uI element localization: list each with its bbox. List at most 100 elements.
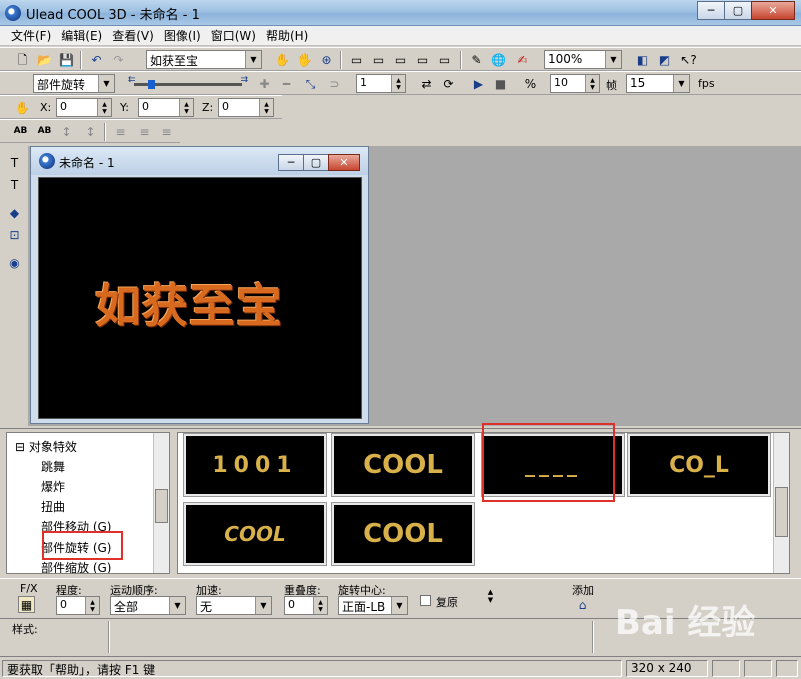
object-manager-icon[interactable]: ◉ [6, 254, 23, 271]
edit-text-icon[interactable]: T [6, 176, 23, 193]
text-spacing-icon[interactable]: AB [12, 123, 29, 140]
doc-maximize-button[interactable]: ▢ [303, 154, 329, 171]
gallery-thumb[interactable]: COOL [183, 502, 327, 566]
spinner-icon[interactable]: ▲ ▼ [179, 99, 193, 116]
line-spacing-down-icon[interactable]: ↕ [82, 123, 99, 140]
globe-icon[interactable]: 🌐 [490, 51, 507, 68]
view-side-icon[interactable]: ▭ [392, 51, 409, 68]
props-scroll-arrows[interactable]: ▲ ▼ [482, 587, 499, 604]
tree-item-twist[interactable]: 扭曲 [41, 498, 65, 515]
effect-combo[interactable]: 部件旋转 ▼ [33, 74, 115, 93]
zoom-combo[interactable]: 100% ▼ [544, 50, 622, 69]
context-help-icon[interactable]: ↖? [680, 51, 697, 68]
tree-item-dance[interactable]: 跳舞 [41, 458, 65, 475]
spinner-icon[interactable]: ▲ ▼ [85, 597, 99, 614]
new-file-icon[interactable]: 🗋 [14, 51, 31, 68]
edit-icon[interactable]: ✍ [514, 51, 531, 68]
align-right-icon[interactable]: ≡ [158, 123, 175, 140]
doc-minimize-button[interactable]: ─ [278, 154, 304, 171]
close-button[interactable]: ✕ [751, 1, 795, 20]
wand-icon[interactable]: ✎ [468, 51, 485, 68]
scroll-thumb[interactable] [155, 489, 168, 523]
canvas-3d-text[interactable]: 如获至宝 [95, 270, 283, 336]
degree-input[interactable]: 0 ▲ ▼ [56, 596, 100, 615]
view-back-icon[interactable]: ▭ [436, 51, 453, 68]
chevron-down-icon[interactable]: ▼ [605, 51, 621, 68]
z-input[interactable]: 0 ▲ ▼ [218, 98, 274, 117]
menu-window[interactable]: 窗口(W) [206, 27, 261, 44]
loop-back-icon[interactable]: ⊃ [326, 75, 343, 92]
frame-input[interactable]: 1 ▲ ▼ [356, 74, 406, 93]
percent-icon[interactable]: % [522, 75, 539, 92]
gallery-thumb[interactable]: 1001 [183, 433, 327, 497]
fx-icon[interactable]: ▦ [18, 596, 35, 613]
align-left-icon[interactable]: ≡ [112, 123, 129, 140]
chevron-down-icon[interactable]: ▼ [673, 75, 689, 92]
spinner-icon[interactable]: ▲ ▼ [97, 99, 111, 116]
hand-icon[interactable]: ✋ [274, 51, 291, 68]
chevron-down-icon[interactable]: ▼ [98, 75, 114, 92]
text-combo[interactable]: 如获至宝 ▼ [146, 50, 262, 69]
save-icon[interactable]: 💾 [58, 51, 75, 68]
spinner-icon[interactable]: ▲ ▼ [391, 75, 405, 92]
export-icon[interactable]: ◧ [634, 51, 651, 68]
order-combo[interactable]: 全部 ▼ [110, 596, 186, 615]
center-combo[interactable]: 正面-LB ▼ [338, 596, 408, 615]
gallery-thumb[interactable]: CO_L [627, 433, 771, 497]
gallery-thumb[interactable]: COOL [331, 433, 475, 497]
restore-checkbox[interactable] [420, 595, 431, 606]
maximize-button[interactable]: ▢ [724, 1, 752, 20]
tree-item-explode[interactable]: 爆炸 [41, 478, 65, 495]
timeline-slider[interactable]: ⇇ ⇉ [128, 75, 248, 92]
text-kerning-icon[interactable]: AB [36, 123, 53, 140]
x-input[interactable]: 0 ▲ ▼ [56, 98, 112, 117]
view-bottom-icon[interactable]: ▭ [414, 51, 431, 68]
menu-image[interactable]: 图像(I) [159, 27, 206, 44]
play-icon[interactable]: ▶ [470, 75, 487, 92]
menu-help[interactable]: 帮助(H) [261, 27, 313, 44]
redo-icon[interactable]: ↷ [110, 51, 127, 68]
spinner-icon[interactable]: ▲ ▼ [585, 75, 599, 92]
tree-root[interactable]: ⊟ 对象特效 [15, 438, 77, 455]
add-keyframe-icon[interactable]: ✚ [256, 75, 273, 92]
menu-file[interactable]: 文件(F) [6, 27, 56, 44]
position-tool-icon[interactable]: ✋ [14, 99, 31, 116]
reverse-icon[interactable]: ⤡ [302, 75, 319, 92]
view-top-icon[interactable]: ▭ [370, 51, 387, 68]
target-icon[interactable]: ⊛ [318, 51, 335, 68]
gallery-thumb[interactable]: COOL [331, 502, 475, 566]
undo-icon[interactable]: ↶ [88, 51, 105, 68]
chevron-down-icon[interactable]: ▼ [169, 597, 185, 614]
insert-text-icon[interactable]: T [6, 154, 23, 171]
chevron-down-icon[interactable]: ▼ [255, 597, 271, 614]
open-folder-icon[interactable]: 📂 [36, 51, 53, 68]
chevron-down-icon[interactable]: ▼ [245, 51, 261, 68]
spinner-icon[interactable]: ▲ ▼ [313, 597, 327, 614]
bitmap-icon[interactable]: ◩ [656, 51, 673, 68]
loop-icon[interactable]: ⇄ [418, 75, 435, 92]
minimize-button[interactable]: ─ [697, 1, 725, 20]
frame-count-input[interactable]: 10 ▲ ▼ [550, 74, 600, 93]
tree-scrollbar[interactable] [153, 433, 169, 573]
rotate-hand-icon[interactable]: 🖐 [296, 51, 313, 68]
tree-item-part-scale[interactable]: 部件缩放 (G) [41, 559, 111, 573]
doc-close-button[interactable]: ✕ [328, 154, 360, 171]
select-object-icon[interactable]: ⊡ [6, 226, 23, 243]
line-spacing-icon[interactable]: ↕ [58, 123, 75, 140]
y-input[interactable]: 0 ▲ ▼ [138, 98, 194, 117]
chevron-down-icon[interactable]: ▼ [391, 597, 407, 614]
view-front-icon[interactable]: ▭ [348, 51, 365, 68]
spinner-icon[interactable]: ▲ ▼ [259, 99, 273, 116]
overlap-input[interactable]: 0 ▲ ▼ [284, 596, 328, 615]
fps-combo[interactable]: 15 ▼ [626, 74, 690, 93]
preview-canvas[interactable]: 如获至宝 [38, 177, 362, 419]
align-center-icon[interactable]: ≡ [136, 123, 153, 140]
stop-icon[interactable]: ■ [492, 75, 509, 92]
accel-combo[interactable]: 无 ▼ [196, 596, 272, 615]
gallery-scrollbar[interactable] [773, 433, 789, 573]
menu-view[interactable]: 查看(V) [107, 27, 159, 44]
add-to-gallery-icon[interactable]: ⌂ [574, 596, 591, 613]
refresh-icon[interactable]: ⟳ [440, 75, 457, 92]
insert-object-icon[interactable]: ◆ [6, 204, 23, 221]
scroll-thumb[interactable] [775, 487, 788, 537]
